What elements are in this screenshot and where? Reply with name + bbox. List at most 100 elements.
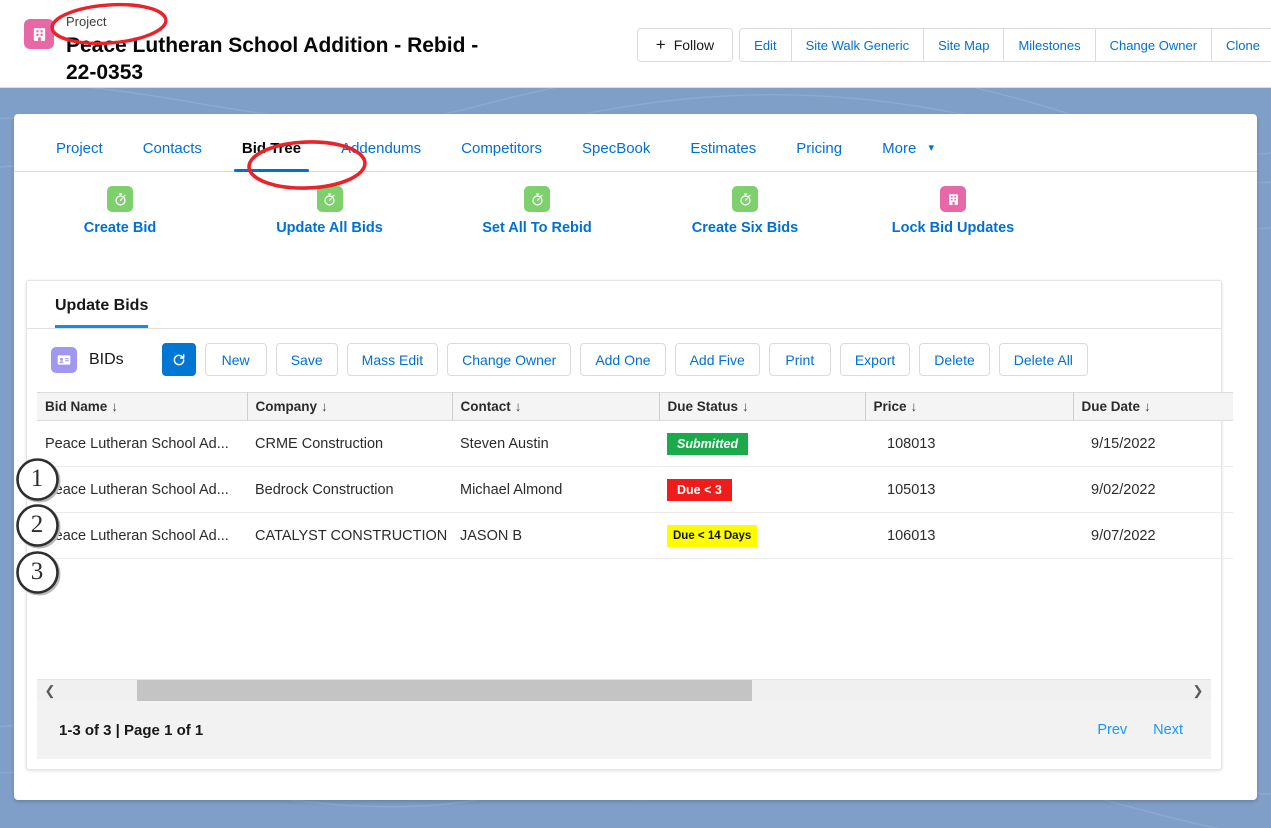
quick-action-label: Update All Bids [276,220,383,236]
bids-list-label: BIDs [89,350,124,368]
bids-table: Bid Name ↓ Company ↓ Contact ↓ Due Status ↓ … [37,392,1233,559]
quick-actions-row: Create Bid Update All Bids Set All To Re… [14,172,1257,246]
cell-company[interactable]: Bedrock Construction [247,466,452,513]
record-type-label: Project [66,14,107,29]
tab-project[interactable]: Project [36,140,123,171]
quick-action-label: Lock Bid Updates [891,220,1015,236]
table-row[interactable]: Peace Lutheran School Ad... Bedrock Cons… [37,466,1233,513]
scrollbar-track[interactable] [63,679,1185,702]
cell-bid-name: Peace Lutheran School Ad... [37,466,247,513]
stopwatch-icon [524,186,550,212]
change-owner-button[interactable]: Change Owner [447,343,572,376]
quick-action-create-six-bids[interactable]: Create Six Bids [641,186,849,236]
change-owner-button[interactable]: Change Owner [1095,28,1213,62]
quick-action-lock-bid-updates[interactable]: Lock Bid Updates [849,186,1057,236]
export-button[interactable]: Export [839,343,911,376]
sort-arrow-icon: ↓ [111,399,119,414]
tab-update-bids[interactable]: Update Bids [55,297,149,328]
horizontal-scrollbar[interactable]: ❮ ❯ [37,679,1211,702]
quick-action-label: Create Bid [83,220,157,236]
tab-more[interactable]: More ▾ [862,140,954,171]
cell-company[interactable]: CATALYST CONSTRUCTION [247,512,452,559]
tab-contacts[interactable]: Contacts [123,140,222,171]
quick-action-label: Create Six Bids [691,220,799,236]
edit-button[interactable]: Edit [739,28,792,62]
tab-pricing[interactable]: Pricing [776,140,862,171]
new-button[interactable]: New [204,343,267,376]
update-bids-panel: Update Bids BIDs New Save Mass Edit Chan… [26,280,1233,770]
add-one-button[interactable]: Add One [580,343,666,376]
tab-more-label: More [882,140,917,157]
table-row[interactable]: Peace Lutheran School Ad... CATALYST CON… [37,512,1233,559]
column-header-due-status[interactable]: Due Status ↓ [659,392,866,421]
chevron-down-icon: ▾ [928,142,934,154]
tab-competitors[interactable]: Competitors [441,140,562,171]
print-button[interactable]: Print [768,343,831,376]
building-icon [940,186,966,212]
chevron-left-icon[interactable]: ❮ [37,683,63,699]
record-tab-bar: Project Contacts Bid Tree Addendums Comp… [14,114,1257,172]
scrollbar-thumb[interactable] [137,679,752,702]
cell-price: 105013 [865,466,1073,513]
prev-page-button[interactable]: Prev [1097,722,1127,738]
pagination-summary: 1-3 of 3 | Page 1 of 1 [59,721,204,739]
building-glyph [33,27,45,41]
tab-bid-tree[interactable]: Bid Tree [222,140,321,172]
column-label: Company [255,399,318,414]
tab-specbook[interactable]: SpecBook [562,140,670,171]
milestones-button[interactable]: Milestones [1004,28,1096,62]
cell-contact[interactable]: Michael Almond [452,466,659,513]
cell-price: 108013 [865,420,1073,467]
site-map-button[interactable]: Site Map [924,28,1005,62]
record-header: Project Peace Lutheran School Addition -… [0,0,1271,88]
cell-contact[interactable]: Steven Austin [452,420,659,467]
contact-card-glyph [57,354,71,365]
mass-edit-button[interactable]: Mass Edit [346,343,439,376]
refresh-glyph [173,353,185,365]
column-label: Contact [460,399,511,414]
column-header-contact[interactable]: Contact ↓ [452,392,660,421]
sort-arrow-icon: ↓ [1144,399,1151,414]
column-label: Bid Name [45,399,108,414]
save-button[interactable]: Save [275,343,338,376]
column-label: Due Status [667,399,739,414]
chevron-right-icon[interactable]: ❯ [1185,683,1211,699]
page-title: Peace Lutheran School Addition - Rebid -… [66,34,479,84]
follow-button[interactable]: + Follow [636,28,734,62]
bids-table-wrapper: Bid Name ↓ Company ↓ Contact ↓ Due Status ↓ … [37,392,1233,559]
column-header-company[interactable]: Company ↓ [247,392,453,421]
quick-action-update-all-bids[interactable]: Update All Bids [226,186,433,236]
cell-contact[interactable]: JASON B [452,512,659,559]
cell-company[interactable]: CRME Construction [247,420,452,467]
cell-due-status: Submitted [659,420,865,467]
quick-action-set-all-to-rebid[interactable]: Set All To Rebid [433,186,641,236]
column-header-bid-name[interactable]: Bid Name ↓ [37,392,248,421]
cell-bid-name: Peace Lutheran School Ad... [37,512,247,559]
delete-all-button[interactable]: Delete All [998,343,1088,376]
quick-action-create-bid[interactable]: Create Bid [14,186,226,236]
site-walk-generic-button[interactable]: Site Walk Generic [791,28,925,62]
stopwatch-glyph [739,192,751,206]
column-label: Due Date [1081,399,1141,414]
status-badge: Submitted [667,432,749,455]
sort-arrow-icon: ↓ [321,399,328,414]
refresh-icon[interactable] [161,343,196,376]
tab-estimates[interactable]: Estimates [670,140,776,171]
project-record-icon [24,19,54,49]
column-header-due-date[interactable]: Due Date ↓ [1073,392,1233,421]
stopwatch-icon [107,186,133,212]
status-badge: Due < 14 Days [667,524,758,547]
column-header-price[interactable]: Price ↓ [865,392,1074,421]
add-five-button[interactable]: Add Five [674,343,760,376]
delete-button[interactable]: Delete [919,343,990,376]
status-badge: Due < 3 [667,478,732,501]
tab-addendums[interactable]: Addendums [321,140,441,171]
sort-arrow-icon: ↓ [514,399,522,414]
stopwatch-icon [732,186,758,212]
quick-action-label: Set All To Rebid [482,220,592,236]
stopwatch-icon [316,186,343,212]
column-label: Price [873,399,907,414]
clone-button[interactable]: Clone [1212,28,1271,62]
table-row[interactable]: Peace Lutheran School Ad... CRME Constru… [37,420,1233,467]
next-page-button[interactable]: Next [1153,722,1183,738]
